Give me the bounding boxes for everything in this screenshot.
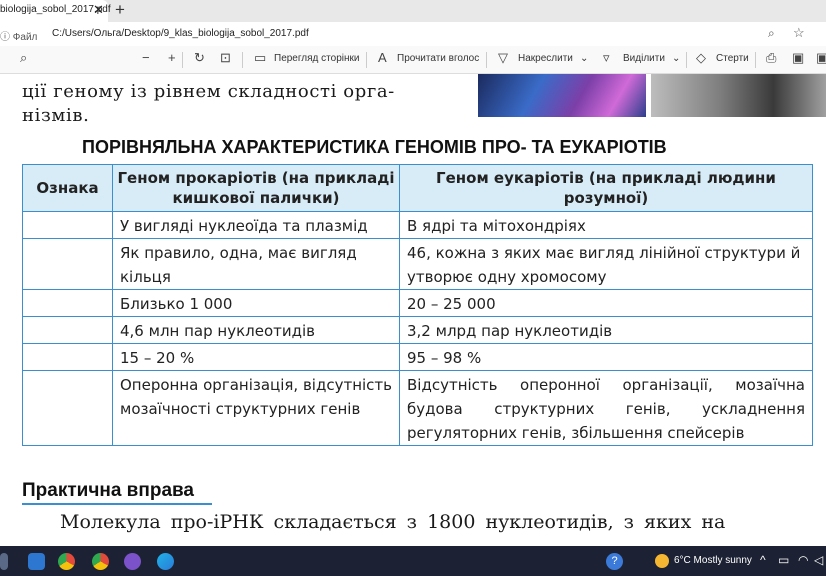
page-view-button[interactable]: Перегляд сторінки bbox=[274, 53, 359, 64]
read-aloud-icon[interactable]: A bbox=[378, 50, 387, 65]
table-cell: 46, кожна з яких має вигляд лінійної стр… bbox=[399, 238, 813, 290]
zoom-icon[interactable]: ⌕ bbox=[768, 26, 775, 41]
favorite-icon[interactable]: ☆ bbox=[793, 25, 805, 41]
toolbar-divider bbox=[242, 52, 243, 68]
read-aloud-button[interactable]: Прочитати вголос bbox=[397, 53, 479, 64]
table-title: ПОРІВНЯЛЬНА ХАРАКТЕРИСТИКА ГЕНОМІВ ПРО- … bbox=[82, 137, 667, 157]
volume-icon[interactable]: ◁ bbox=[814, 553, 823, 567]
chrome-icon[interactable] bbox=[58, 553, 75, 570]
mail-icon[interactable] bbox=[28, 553, 45, 570]
table-cell: Відсутність оперонної організації, мозаї… bbox=[399, 370, 813, 446]
table-cell bbox=[22, 238, 113, 290]
chevron-up-icon[interactable]: ^ bbox=[760, 553, 766, 567]
table-cell: 15 – 20 % bbox=[112, 343, 400, 371]
comparison-table: Ознака Геном прокаріотів (на прикладі ки… bbox=[22, 164, 813, 446]
edge-icon[interactable] bbox=[157, 553, 174, 570]
fit-page-icon[interactable]: ⊡ bbox=[220, 50, 231, 66]
table-cell: 20 – 25 000 bbox=[399, 289, 813, 317]
table-cell: Оперонна організація, відсутність мозаїч… bbox=[112, 370, 400, 446]
network-icon[interactable]: ▭ bbox=[778, 553, 789, 567]
address-path[interactable]: C:/Users/Ольга/Desktop/9_klas_biologija_… bbox=[52, 28, 309, 39]
table-cell: Близько 1 000 bbox=[112, 289, 400, 317]
table-cell bbox=[22, 343, 113, 371]
eraser-icon[interactable]: ◇ bbox=[696, 50, 706, 66]
address-file-label: ⓘ Файл bbox=[0, 32, 38, 43]
tab-pdf[interactable]: biologija_sobol_2017.pdf ✕ bbox=[0, 0, 111, 22]
table-row: 4,6 млн пар нуклеотидів 3,2 млрд пар нук… bbox=[22, 316, 813, 344]
table-row: У вигляді нуклеоїда та плазмід В ядрі та… bbox=[22, 211, 813, 239]
human-image bbox=[651, 74, 826, 117]
toolbar-divider bbox=[486, 52, 487, 68]
print-icon[interactable]: ⎙ bbox=[766, 50, 776, 66]
pdf-toolbar: ⌕ − + ↻ ⊡ ▭ Перегляд сторінки A Прочитат… bbox=[0, 46, 826, 74]
toolbar-divider bbox=[686, 52, 687, 68]
table-cell bbox=[22, 316, 113, 344]
pdf-page: ції геному із рівнем складності орга- ні… bbox=[0, 74, 826, 546]
column-header: Ознака bbox=[22, 164, 113, 212]
table-cell: 3,2 млрд пар нуклеотидів bbox=[399, 316, 813, 344]
table-row: 15 – 20 % 95 – 98 % bbox=[22, 343, 813, 371]
save-as-icon[interactable]: ▣ bbox=[816, 50, 826, 66]
table-row: Оперонна організація, відсутність мозаїч… bbox=[22, 370, 813, 446]
practice-text: Молекула про-іРНК складається з 1800 нук… bbox=[60, 511, 726, 533]
table-cell: В ядрі та мітохондріях bbox=[399, 211, 813, 239]
table-row: Як правило, одна, має вигляд кільця 46, … bbox=[22, 238, 813, 290]
table-cell: Як правило, одна, має вигляд кільця bbox=[112, 238, 400, 290]
weather-icon[interactable] bbox=[655, 554, 669, 568]
table-cell: 4,6 млн пар нуклеотидів bbox=[112, 316, 400, 344]
save-icon[interactable]: ▣ bbox=[792, 50, 804, 66]
intro-line: ції геному із рівнем складності орга- bbox=[22, 81, 395, 102]
erase-button[interactable]: Стерти bbox=[716, 53, 749, 64]
search-icon[interactable]: ⌕ bbox=[20, 50, 27, 66]
table-header-row: Ознака Геном прокаріотів (на прикладі ки… bbox=[22, 164, 813, 212]
table-row: Близько 1 000 20 – 25 000 bbox=[22, 289, 813, 317]
draw-button[interactable]: Накреслити bbox=[518, 53, 573, 64]
table-cell bbox=[22, 211, 113, 239]
intro-line: нізмів. bbox=[22, 105, 90, 126]
zoom-out-icon[interactable]: − bbox=[142, 50, 150, 65]
wifi-icon[interactable]: ◠ bbox=[798, 553, 808, 567]
toolbar-divider bbox=[755, 52, 756, 68]
highlight-icon[interactable]: ▿ bbox=[603, 50, 610, 66]
toolbar-divider bbox=[182, 52, 183, 68]
taskbar: ? 6°C Mostly sunny ^ ▭ ◠ ◁ bbox=[0, 546, 826, 576]
chevron-down-icon[interactable]: ⌄ bbox=[672, 53, 680, 64]
tab-strip: biologija_sobol_2017.pdf ✕ + bbox=[0, 0, 826, 22]
intro-text: ції геному із рівнем складності орга- ні… bbox=[22, 80, 462, 128]
close-icon[interactable]: ✕ bbox=[93, 2, 104, 18]
table-cell bbox=[22, 289, 113, 317]
heading-underline bbox=[22, 503, 212, 505]
help-icon[interactable]: ? bbox=[606, 553, 623, 570]
toolbar-divider bbox=[366, 52, 367, 68]
app-icon[interactable] bbox=[0, 553, 8, 570]
highlight-button[interactable]: Виділити bbox=[623, 53, 665, 64]
zoom-in-icon[interactable]: + bbox=[168, 50, 176, 65]
column-header: Геном еукаріотів (на прикладі людини роз… bbox=[399, 164, 813, 212]
table-cell: 95 – 98 % bbox=[399, 343, 813, 371]
chrome-icon[interactable] bbox=[92, 553, 109, 570]
bacteria-image bbox=[478, 74, 646, 117]
column-header: Геном прокаріотів (на прикладі кишкової … bbox=[112, 164, 400, 212]
chevron-down-icon[interactable]: ⌄ bbox=[580, 53, 588, 64]
new-tab-button[interactable]: + bbox=[115, 0, 125, 20]
draw-icon[interactable]: ▽ bbox=[498, 50, 508, 66]
viber-icon[interactable] bbox=[124, 553, 141, 570]
weather-text[interactable]: 6°C Mostly sunny bbox=[674, 555, 752, 566]
table-cell bbox=[22, 370, 113, 446]
address-bar[interactable]: ⓘ Файл C:/Users/Ольга/Desktop/9_klas_bio… bbox=[0, 22, 826, 46]
table-cell: У вигляді нуклеоїда та плазмід bbox=[112, 211, 400, 239]
page-view-icon[interactable]: ▭ bbox=[254, 50, 266, 66]
rotate-icon[interactable]: ↻ bbox=[194, 50, 205, 66]
practice-heading: Практична вправа bbox=[22, 480, 195, 501]
